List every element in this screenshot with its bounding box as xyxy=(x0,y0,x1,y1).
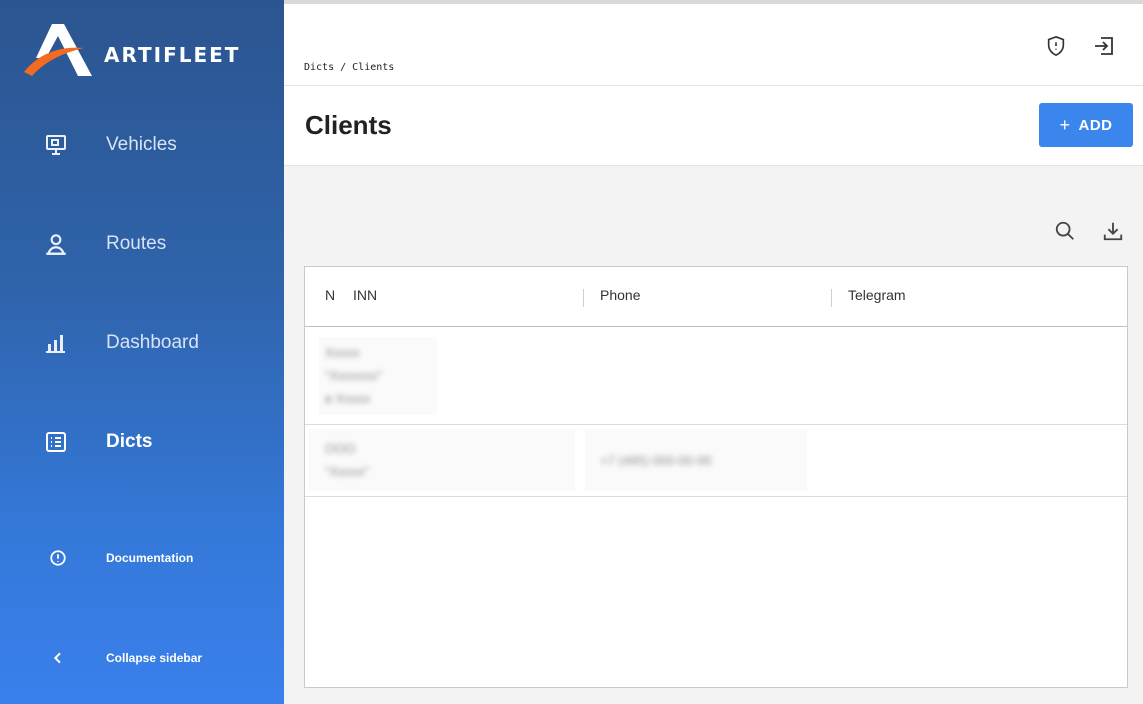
column-header-inn[interactable]: INN xyxy=(353,287,377,303)
table-cell-n: ООО "Ххххх" xyxy=(325,437,369,483)
sidebar-item-vehicles[interactable]: Vehicles xyxy=(0,120,284,170)
sidebar-item-label: Vehicles xyxy=(106,134,177,155)
monitor-icon xyxy=(40,129,72,161)
sidebar-item-label: Dashboard xyxy=(106,332,199,353)
sidebar-item-label: Collapse sidebar xyxy=(106,651,203,665)
chevron-left-icon xyxy=(42,642,74,674)
column-header-telegram[interactable]: Telegram xyxy=(848,287,906,303)
user-pin-icon xyxy=(40,228,72,260)
add-button-label: ADD xyxy=(1078,116,1113,134)
sidebar: ARTIFLEET Vehicles Routes Dashboard Dict… xyxy=(0,0,284,704)
column-header-phone[interactable]: Phone xyxy=(600,287,640,303)
table-row[interactable]: ООО "Ххххх" +7 (495) 000-00-00 xyxy=(305,425,1127,497)
list-icon xyxy=(40,426,72,458)
cell-line: "Ххххх" xyxy=(325,464,369,479)
column-divider[interactable] xyxy=(583,289,584,307)
shield-icon[interactable] xyxy=(1042,32,1070,60)
sidebar-item-label: Dicts xyxy=(106,431,153,452)
logout-icon[interactable] xyxy=(1090,32,1118,60)
sidebar-item-routes[interactable]: Routes xyxy=(0,219,284,269)
logo[interactable]: ARTIFLEET xyxy=(22,20,272,80)
artifleet-logo-icon xyxy=(24,24,92,76)
sidebar-item-label: Documentation xyxy=(106,551,194,565)
app-root: ARTIFLEET Vehicles Routes Dashboard Dict… xyxy=(0,0,1143,704)
cell-line: Ххххх xyxy=(325,345,360,360)
table-header: N INN Phone Telegram xyxy=(305,267,1127,327)
collapse-sidebar-button[interactable]: Collapse sidebar xyxy=(0,633,284,683)
table-cell-phone: +7 (495) 000-00-00 xyxy=(600,453,712,468)
cell-line: ООО xyxy=(325,441,356,456)
download-icon[interactable] xyxy=(1100,218,1126,244)
top-header: Dicts / Clients xyxy=(284,0,1143,86)
brand-name: ARTIFLEET xyxy=(104,43,241,67)
title-bar: Clients + ADD xyxy=(284,86,1143,166)
table-row[interactable]: Ххххх "Ххххххх" в Ххххх xyxy=(305,327,1127,425)
search-icon[interactable] xyxy=(1052,218,1078,244)
clients-table: N INN Phone Telegram Ххххх "Ххххххх" в Х… xyxy=(304,266,1128,688)
plus-icon: + xyxy=(1059,114,1071,135)
sidebar-item-dicts[interactable]: Dicts xyxy=(0,417,284,467)
add-button[interactable]: + ADD xyxy=(1039,103,1133,147)
column-header-n[interactable]: N xyxy=(325,287,335,303)
main-content: N INN Phone Telegram Ххххх "Ххххххх" в Х… xyxy=(284,166,1143,704)
sidebar-item-label: Routes xyxy=(106,233,167,254)
table-cell-n: Ххххх "Ххххххх" в Ххххх xyxy=(325,341,382,410)
cell-line: в Ххххх xyxy=(325,391,371,406)
sidebar-item-documentation[interactable]: Documentation xyxy=(0,533,284,583)
cell-line: "Ххххххх" xyxy=(325,368,382,383)
column-divider[interactable] xyxy=(831,289,832,307)
info-circle-icon xyxy=(42,542,74,574)
sidebar-item-dashboard[interactable]: Dashboard xyxy=(0,318,284,368)
breadcrumb: Dicts / Clients xyxy=(304,62,395,73)
page-title: Clients xyxy=(305,110,392,140)
bar-chart-icon xyxy=(40,327,72,359)
